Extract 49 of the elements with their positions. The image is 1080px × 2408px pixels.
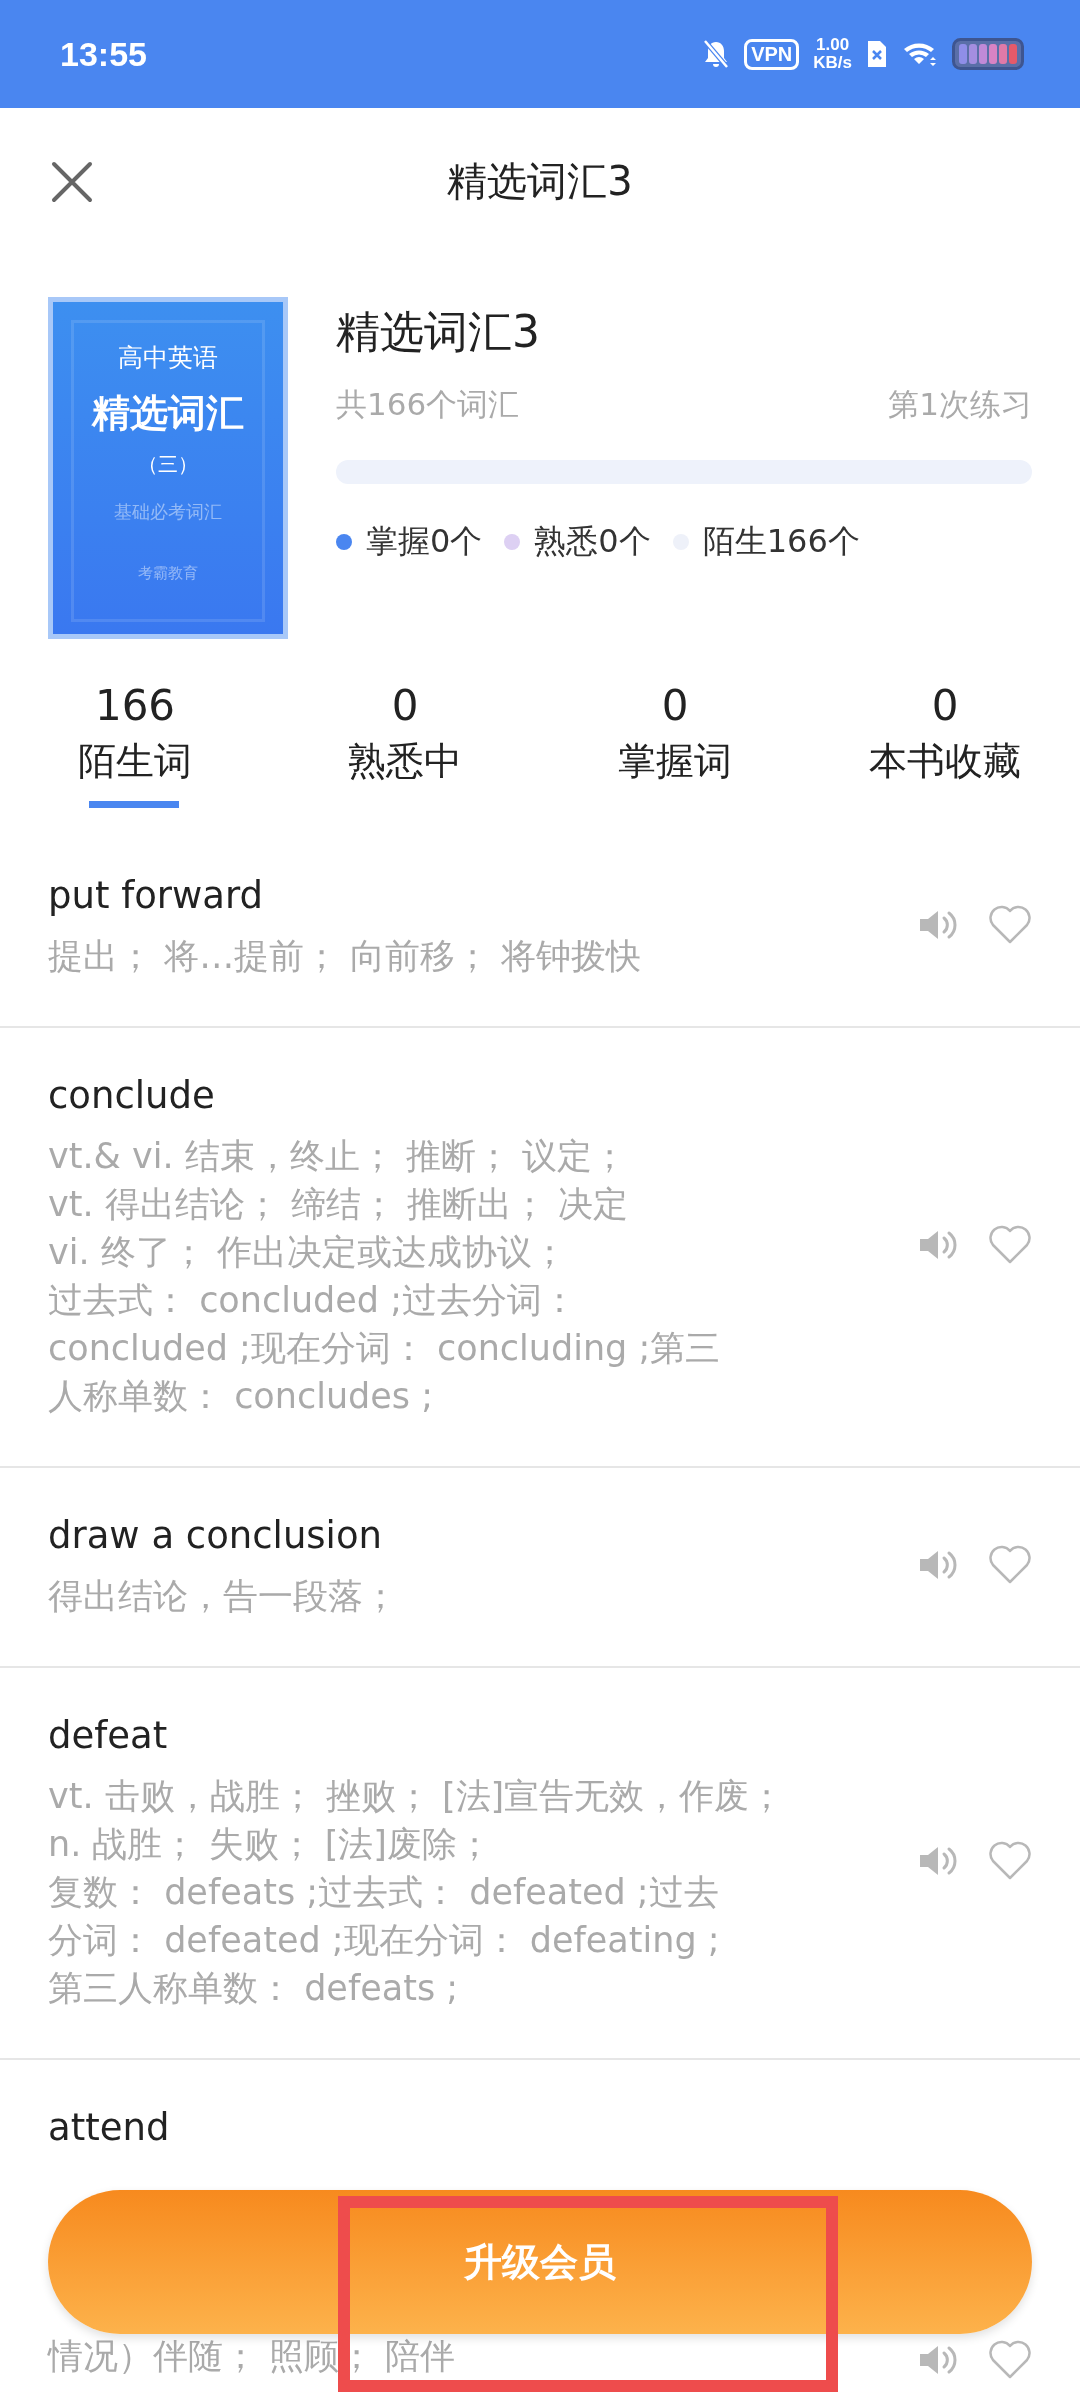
legend-label: 掌握0个 <box>366 521 483 562</box>
word-definition: 第三人称单数： defeats ; <box>48 1967 460 2010</box>
word-title: draw a conclusion <box>48 1513 383 1559</box>
word-definition: 提出； 将…提前； 向前移； 将钟拨快 <box>48 935 643 978</box>
word-definition: 情况）伴随； 照顾； 陪伴 <box>48 2335 457 2378</box>
battery-icon <box>952 38 1024 70</box>
sim-icon <box>866 39 888 69</box>
word-count: 共166个词汇 <box>336 385 520 424</box>
cover-subtitle: 基础必考词汇 <box>114 500 222 524</box>
word-definition: vi. 终了； 作出决定或达成协议； <box>48 1231 568 1274</box>
word-title: defeat <box>48 1713 169 1759</box>
word-definition: 人称单数： concludes ; <box>48 1375 435 1418</box>
stat-tab[interactable]: 0 掌握词 <box>540 681 810 808</box>
word-title: conclude <box>48 1073 216 1119</box>
cover-volume: （三） <box>138 451 198 478</box>
close-icon[interactable] <box>50 160 94 204</box>
bell-off-icon <box>702 39 731 69</box>
book-title: 精选词汇3 <box>336 305 541 359</box>
practice-count: 第1次练习 <box>888 385 1032 424</box>
cover-publisher: 考霸教育 <box>138 564 198 583</box>
cover-title: 精选词汇 <box>92 390 244 437</box>
cover-subject: 高中英语 <box>118 342 218 374</box>
page-title: 精选词汇3 <box>447 157 633 206</box>
word-definition: vt. 击败，战胜； 挫败； [法]宣告无效，作废； <box>48 1775 786 1818</box>
speed-value: 1.00 <box>816 36 850 54</box>
word-definition: 得出结论，告一段落； <box>48 1575 399 1618</box>
status-time: 13:55 <box>60 34 147 74</box>
word-definition: vt.& vi. 结束，终止； 推断； 议定； <box>48 1135 628 1178</box>
heart-icon[interactable] <box>988 1545 1032 1585</box>
word-title: attend <box>48 2105 171 2151</box>
vpn-badge: VPN <box>744 38 800 70</box>
legend-label: 熟悉0个 <box>534 521 651 562</box>
word-definition: vt. 得出结论； 缔结； 推断出； 决定 <box>48 1183 630 1226</box>
word-definition: 过去式： concluded ;过去分词： <box>48 1279 578 1322</box>
heart-icon[interactable] <box>988 1841 1032 1881</box>
heart-icon[interactable] <box>988 1225 1032 1265</box>
stat-tab[interactable]: 0 熟悉中 <box>270 681 540 808</box>
word-definition: 复数： defeats ;过去式： defeated ;过去 <box>48 1871 720 1914</box>
word-definition: n. 战胜； 失败； [法]废除； <box>48 1823 493 1866</box>
heart-icon[interactable] <box>988 2340 1032 2380</box>
word-definition: concluded ;现在分词： concluding ;第三 <box>48 1327 722 1370</box>
wifi-icon <box>902 40 938 68</box>
legend-label: 陌生166个 <box>702 521 860 562</box>
stat-tab[interactable]: 166 陌生词 <box>0 681 270 808</box>
speed-unit: KB/s <box>813 54 852 72</box>
stat-tab[interactable]: 0 本书收藏 <box>810 681 1080 808</box>
word-definition: 分词： defeated ;现在分词： defeating ; <box>48 1919 721 1962</box>
heart-icon[interactable] <box>988 905 1032 945</box>
word-title: put forward <box>48 873 265 919</box>
